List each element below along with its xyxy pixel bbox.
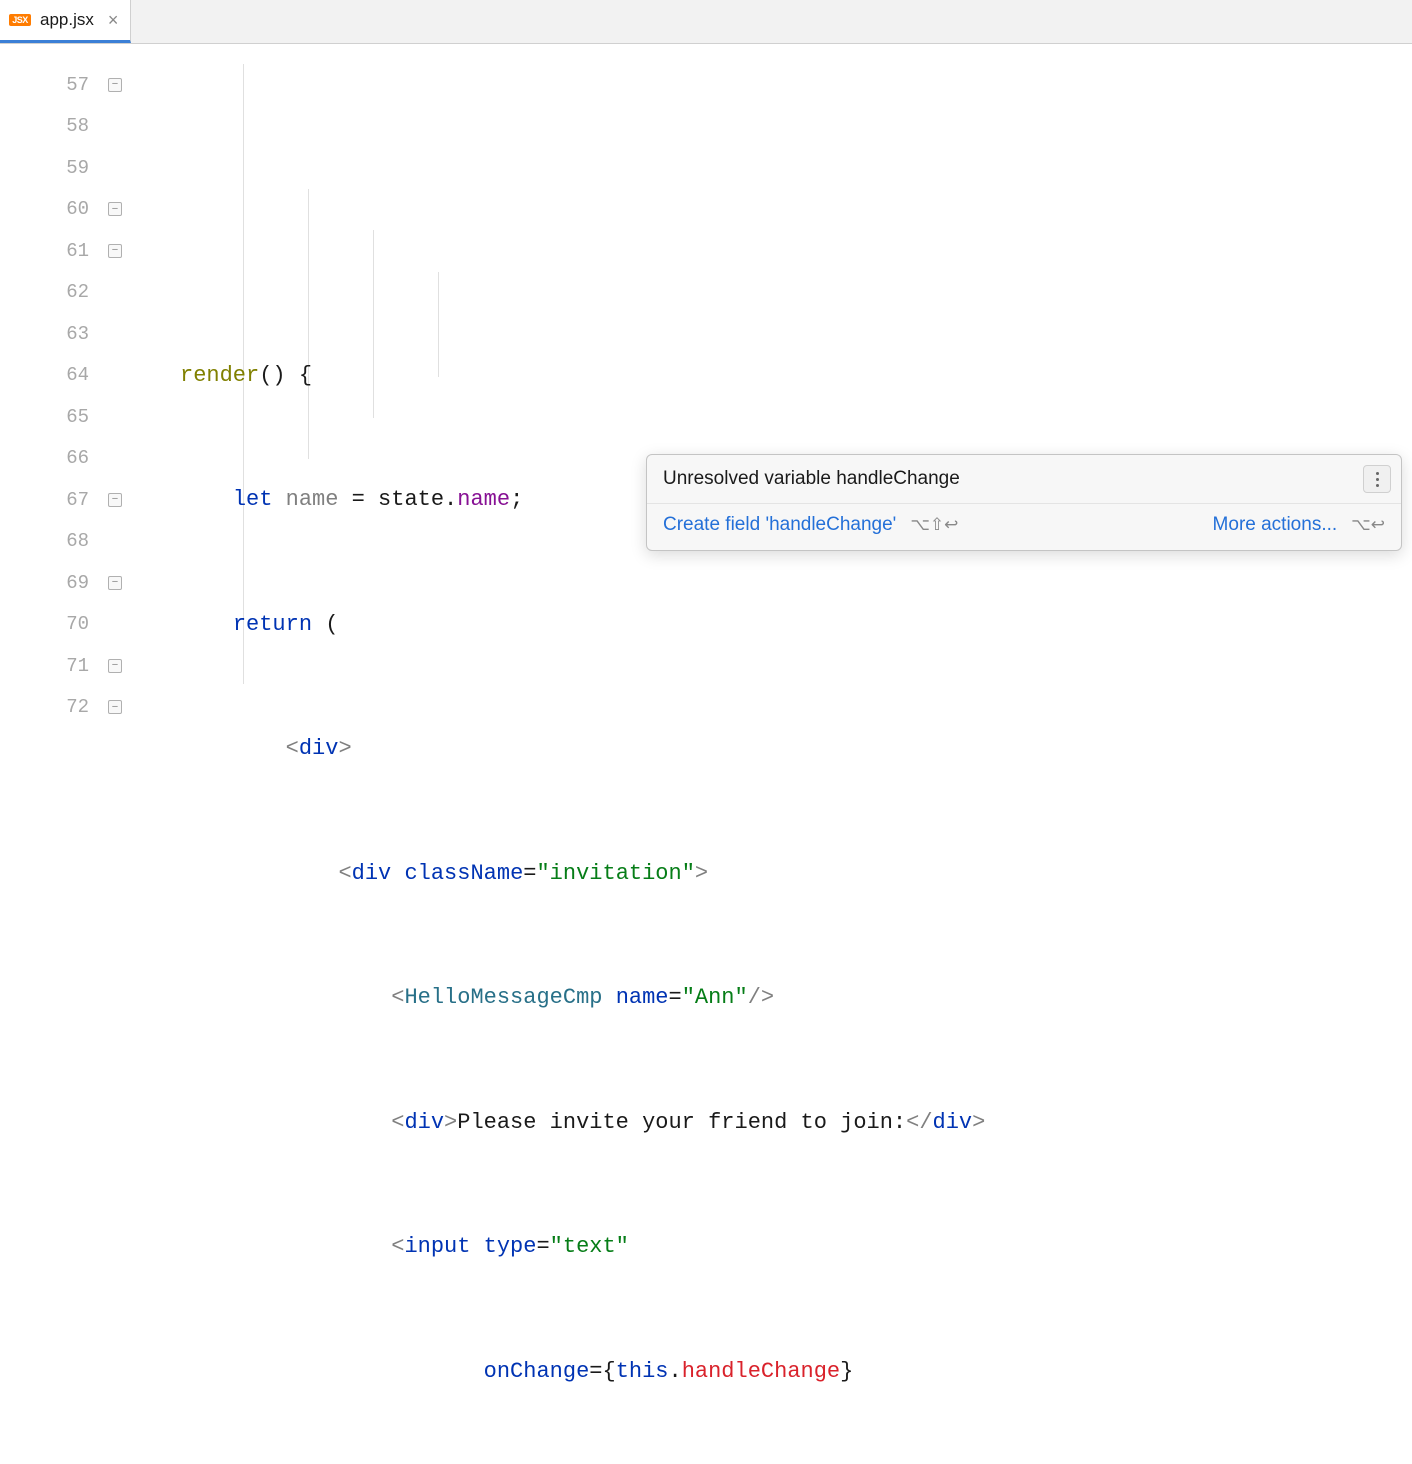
fold-collapse-icon[interactable] xyxy=(108,78,122,92)
code-line: return ( xyxy=(130,604,1412,646)
tab-filename: app.jsx xyxy=(40,10,94,30)
code-line: <input type="text" xyxy=(130,1226,1412,1268)
line-number[interactable]: 72 xyxy=(66,696,89,718)
line-number[interactable]: 70 xyxy=(66,613,89,635)
more-actions-link[interactable]: More actions... xyxy=(1213,514,1338,536)
kebab-icon xyxy=(1376,472,1379,487)
shortcut-hint: ⌥⇧↩ xyxy=(910,515,958,535)
line-number[interactable]: 58 xyxy=(66,115,89,137)
fold-gutter xyxy=(100,44,130,732)
quick-fix-action[interactable]: Create field 'handleChange' xyxy=(663,514,896,536)
file-tab[interactable]: JSX app.jsx × xyxy=(0,0,131,43)
close-tab-icon[interactable]: × xyxy=(108,11,119,29)
line-number[interactable]: 63 xyxy=(66,323,89,345)
line-number[interactable]: 67 xyxy=(66,489,89,511)
line-number[interactable]: 61 xyxy=(66,240,89,262)
line-number[interactable]: 69 xyxy=(66,572,89,594)
line-number[interactable]: 65 xyxy=(66,406,89,428)
tab-bar: JSX app.jsx × xyxy=(0,0,1412,44)
fold-expand-icon[interactable] xyxy=(108,700,122,714)
line-number[interactable]: 59 xyxy=(66,157,89,179)
fold-expand-icon[interactable] xyxy=(108,576,122,590)
line-number[interactable]: 62 xyxy=(66,281,89,303)
code-line: <div>Please invite your friend to join:<… xyxy=(130,1102,1412,1144)
line-number-gutter: 57 58 59 60 61 62 63 64 65 66 67 68 69 7… xyxy=(0,44,100,732)
line-number[interactable]: 71 xyxy=(66,655,89,677)
more-options-button[interactable] xyxy=(1363,465,1391,493)
code-editor[interactable]: render() { let name = state.name; return… xyxy=(130,44,1412,732)
editor: 57 58 59 60 61 62 63 64 65 66 67 68 69 7… xyxy=(0,44,1412,732)
line-number[interactable]: 57 xyxy=(66,74,89,96)
line-number[interactable]: 68 xyxy=(66,530,89,552)
code-line: <HelloMessageCmp name="Ann"/> xyxy=(130,977,1412,1019)
code-line: <div className="invitation"> xyxy=(130,853,1412,895)
inspection-popup: Unresolved variable handleChange Create … xyxy=(646,454,1402,551)
fold-expand-icon[interactable] xyxy=(108,493,122,507)
fold-collapse-icon[interactable] xyxy=(108,202,122,216)
jsx-file-icon: JSX xyxy=(8,10,32,30)
code-line: onChange={this.handleChange} xyxy=(130,1351,1412,1393)
line-number[interactable]: 66 xyxy=(66,447,89,469)
fold-expand-icon[interactable] xyxy=(108,659,122,673)
fold-collapse-icon[interactable] xyxy=(108,244,122,258)
inspection-title: Unresolved variable handleChange xyxy=(663,468,960,490)
line-number[interactable]: 60 xyxy=(66,198,89,220)
shortcut-hint: ⌥↩ xyxy=(1351,515,1385,535)
line-number[interactable]: 64 xyxy=(66,364,89,386)
code-line: <div> xyxy=(130,728,1412,770)
code-line: render() { xyxy=(130,355,1412,397)
